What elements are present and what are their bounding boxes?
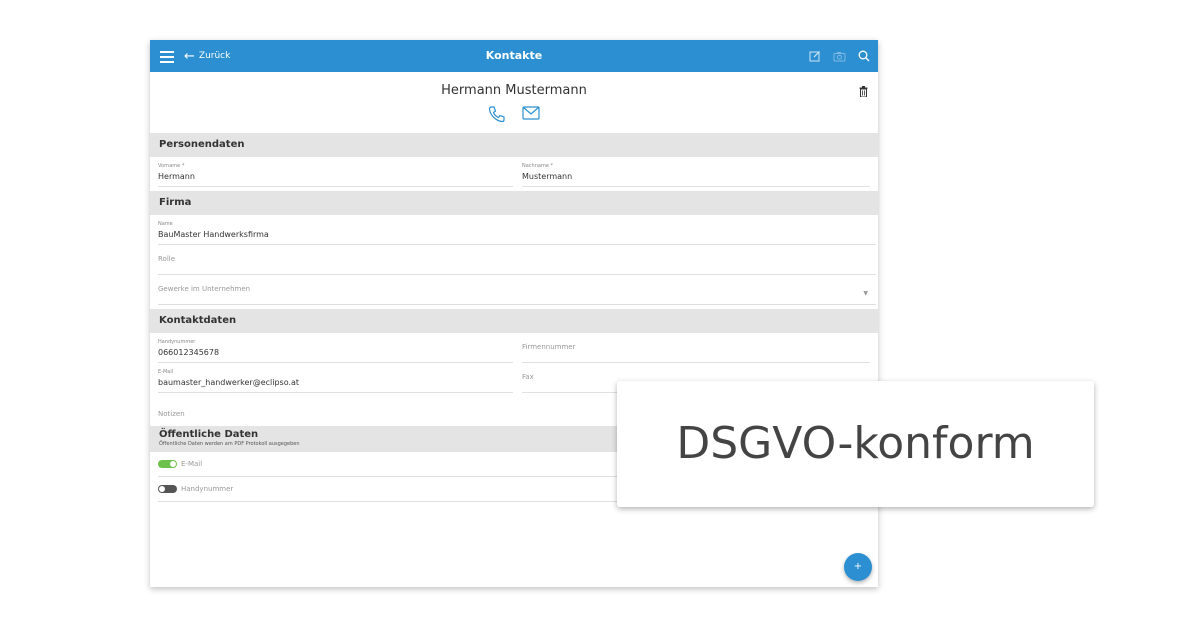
top-app-bar: ← Zurück Kontakte — [150, 40, 878, 72]
contact-header: Hermann Mustermann — [150, 72, 878, 133]
mobile-public-toggle[interactable] — [158, 485, 177, 493]
arrow-left-icon: ← — [184, 48, 195, 64]
email-field[interactable]: E-Mail baumaster_handwerker@eclipso.at — [158, 363, 513, 393]
section-personal-data: Personendaten — [150, 133, 878, 157]
section-contact-data: Kontaktdaten — [150, 309, 878, 333]
edit-icon[interactable] — [809, 50, 821, 62]
company-number-placeholder: Firmennummer — [522, 343, 576, 351]
public-data-title: Öffentliche Daten — [159, 429, 259, 440]
firstname-value: Hermann — [158, 172, 195, 181]
back-label: Zurück — [198, 51, 231, 61]
public-data-subtitle: Öffentliche Daten werden am PDF Protokol… — [159, 441, 300, 447]
mobile-value: 066012345678 — [158, 348, 220, 357]
lastname-value: Mustermann — [522, 172, 573, 181]
back-button[interactable]: ← Zurück — [184, 40, 230, 72]
company-number-field[interactable]: Firmennummer — [522, 333, 870, 363]
callout-text: DSGVO-konform — [676, 418, 1035, 469]
trades-select[interactable]: Gewerke im Unternehmen ▼ — [158, 275, 876, 305]
mail-icon[interactable] — [522, 105, 540, 127]
section-company: Firma — [150, 191, 878, 215]
company-name-label: Name — [158, 221, 173, 227]
firstname-field[interactable]: Vorname * Hermann — [158, 157, 513, 187]
toggle-email-label: E-Mail — [181, 460, 203, 468]
lastname-label: Nachname * — [522, 163, 553, 169]
email-public-toggle[interactable] — [158, 460, 177, 468]
trash-icon[interactable] — [859, 82, 868, 101]
phone-icon[interactable] — [488, 105, 506, 127]
toggle-mobile-label: Handynummer — [181, 485, 234, 493]
camera-icon[interactable] — [833, 51, 846, 62]
role-placeholder: Rolle — [158, 255, 176, 263]
mobile-label: Handynummer — [158, 339, 196, 345]
company-name-field[interactable]: Name BauMaster Handwerksfirma — [158, 215, 876, 245]
email-value: baumaster_handwerker@eclipso.at — [158, 378, 300, 387]
chevron-down-icon: ▼ — [863, 290, 868, 297]
company-name-value: BauMaster Handwerksfirma — [158, 230, 269, 239]
fax-placeholder: Fax — [522, 373, 534, 381]
firstname-label: Vorname * — [158, 163, 185, 169]
email-label: E-Mail — [158, 369, 174, 375]
page-title: Kontakte — [485, 49, 543, 62]
dsgvo-callout: DSGVO-konform — [617, 381, 1094, 507]
role-field[interactable]: Rolle — [158, 245, 876, 275]
lastname-field[interactable]: Nachname * Mustermann — [522, 157, 870, 187]
hamburger-menu-icon[interactable] — [160, 48, 174, 64]
notes-placeholder: Notizen — [158, 410, 185, 418]
contact-name: Hermann Mustermann — [441, 83, 587, 98]
add-button[interactable]: + — [844, 553, 872, 581]
trades-placeholder: Gewerke im Unternehmen — [158, 285, 251, 293]
search-icon[interactable] — [858, 50, 870, 62]
mobile-field[interactable]: Handynummer 066012345678 — [158, 333, 513, 363]
